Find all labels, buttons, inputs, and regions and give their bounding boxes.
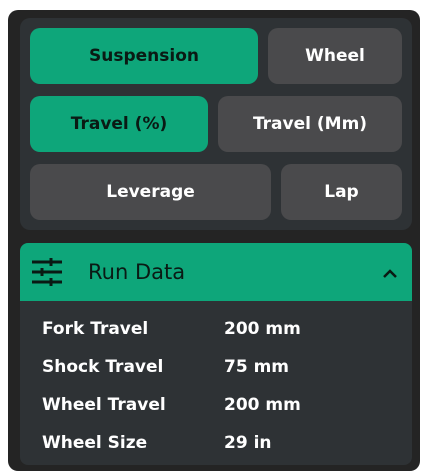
suspension-button[interactable]: Suspension (30, 28, 258, 84)
run-data-value: 75 mm (224, 357, 290, 377)
leverage-button[interactable]: Leverage (30, 164, 271, 220)
run-data-label: Fork Travel (42, 319, 149, 339)
run-data-label: Wheel Size (42, 433, 148, 453)
section-title: Run Data (88, 260, 186, 284)
run-data-label: Wheel Travel (42, 395, 166, 415)
travel-mm-button[interactable]: Travel (Mm) (218, 96, 402, 152)
run-data-content: Fork Travel 200 mm Shock Travel 75 mm Wh… (20, 301, 412, 465)
lap-button[interactable]: Lap (281, 164, 402, 220)
travel-percent-button[interactable]: Travel (%) (30, 96, 208, 152)
chart-selector-panel: Suspension Wheel Travel (%) Travel (Mm) … (20, 18, 412, 230)
run-data-value: 200 mm (224, 319, 301, 339)
chevron-up-icon[interactable] (382, 265, 398, 279)
run-data-value: 200 mm (224, 395, 301, 415)
run-data-header[interactable]: Run Data (20, 243, 412, 301)
tune-sliders-icon (32, 258, 62, 286)
run-data-value: 29 in (224, 433, 272, 453)
run-data-label: Shock Travel (42, 357, 164, 377)
wheel-button[interactable]: Wheel (268, 28, 402, 84)
